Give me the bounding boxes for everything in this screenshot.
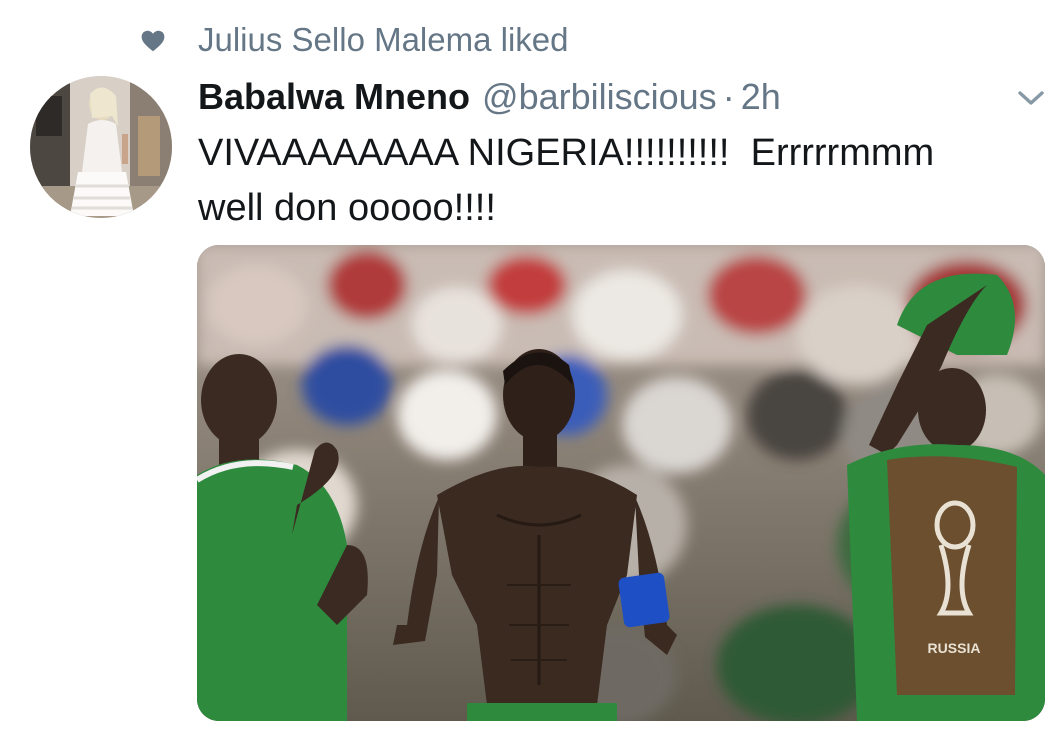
display-name[interactable]: Babalwa Mneno bbox=[198, 76, 470, 118]
heart-icon bbox=[141, 30, 165, 52]
tweet-header: Babalwa Mneno @barbiliscious · 2h bbox=[198, 72, 781, 122]
avatar-image bbox=[30, 76, 172, 218]
russia-wordmark: RUSSIA bbox=[928, 640, 981, 656]
liked-by-text: Julius Sello Malema liked bbox=[198, 21, 569, 58]
tweet-text: VIVAAAAAAAA NIGERIA!!!!!!!!!! Errrrrmmm … bbox=[198, 132, 935, 229]
separator-dot: · bbox=[722, 76, 735, 117]
avatar[interactable] bbox=[30, 76, 172, 218]
user-handle[interactable]: @barbiliscious bbox=[482, 76, 717, 118]
timestamp[interactable]: 2h bbox=[741, 76, 781, 118]
chevron-down-icon[interactable] bbox=[1016, 88, 1046, 108]
tweet-media-image[interactable]: RUSSIA bbox=[197, 245, 1045, 721]
photo-football-players: RUSSIA bbox=[197, 245, 1045, 721]
social-context[interactable]: Julius Sello Malema liked bbox=[140, 18, 569, 62]
